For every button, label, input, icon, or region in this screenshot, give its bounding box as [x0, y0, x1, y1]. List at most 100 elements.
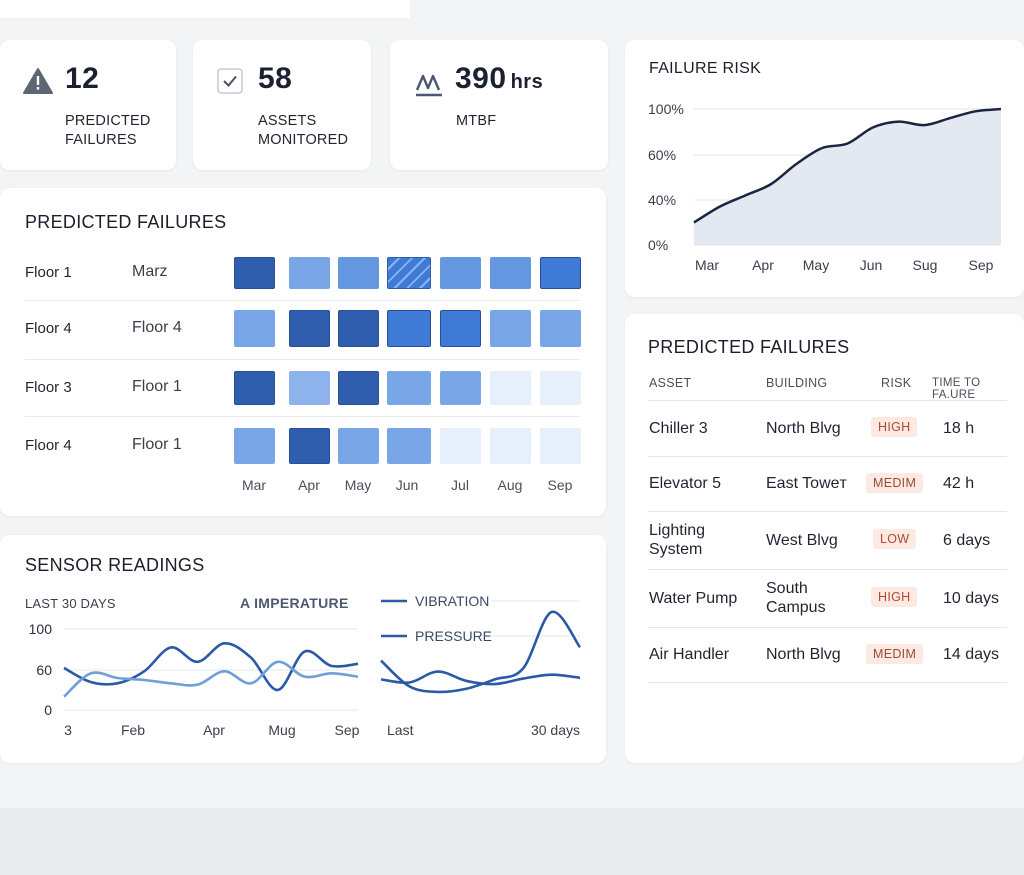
table-header[interactable]: ASSET: [649, 376, 692, 390]
asset-cell: Chiller 3: [649, 419, 708, 437]
heatmap-cell[interactable]: [540, 310, 581, 347]
kpi-value: 58: [258, 62, 293, 95]
heatmap-cell[interactable]: [490, 371, 531, 405]
heatmap-cell[interactable]: [490, 310, 531, 347]
heatmap-cell[interactable]: [440, 371, 481, 405]
heatmap-cell[interactable]: [490, 257, 531, 289]
bottom-strip: [0, 808, 1024, 875]
y-tick-label: 100%: [648, 101, 684, 117]
heatmap-month-label: Jun: [395, 477, 419, 493]
x-tick-label: Mug: [268, 722, 295, 738]
heatmap-cell[interactable]: [234, 428, 275, 464]
table-header[interactable]: RISK: [881, 376, 911, 390]
risk-badge: LOW: [873, 529, 917, 549]
table-divider: [648, 400, 1007, 401]
kpi-label: ASSETS MONITORED: [258, 113, 349, 148]
x-tick-label: Sug: [913, 257, 938, 273]
heatmap-cell[interactable]: [440, 310, 481, 347]
heatmap-month-label: Apr: [298, 477, 320, 493]
heatmap-cell[interactable]: [540, 428, 581, 464]
heatmap-cell[interactable]: [540, 371, 581, 405]
heatmap-cell[interactable]: [289, 428, 330, 464]
heatmap-month-label: Sep: [547, 477, 573, 493]
failure-risk-card: FAILURE RISK 0% 40% 60% 100% Mar Apr May Jun Sug…: [625, 40, 1024, 297]
y-tick-label: 60%: [648, 147, 676, 163]
heatmap-cell[interactable]: [234, 310, 275, 347]
heatmap-cell[interactable]: [338, 257, 379, 289]
x-tick-label: Feb: [121, 722, 145, 738]
kpi-value: 12: [65, 62, 100, 95]
kpi-card-mtbf: 390 hrs MTBF: [390, 40, 608, 170]
x-tick-label: Last: [387, 722, 414, 738]
heatmap-cell[interactable]: [387, 428, 431, 464]
row-divider: [25, 359, 580, 360]
table-divider: [648, 511, 1007, 512]
y-tick-label: 100: [29, 621, 53, 637]
y-tick-label: 0: [44, 702, 52, 718]
heatmap-cell[interactable]: [490, 428, 531, 464]
x-tick-label: May: [803, 257, 829, 273]
temperature-line-secondary: [63, 660, 359, 698]
vibration-line: [380, 610, 582, 694]
x-tick-label: Mar: [695, 257, 719, 273]
heatmap-cell[interactable]: [440, 428, 481, 464]
x-tick-label: Jun: [860, 257, 883, 273]
pressure-line: [380, 670, 581, 686]
asset-cell: Elevator 5: [649, 475, 722, 492]
heatmap-cell[interactable]: [289, 310, 330, 347]
row-divider: [25, 416, 580, 417]
risk-badge: MEDIM: [866, 472, 924, 493]
heatmap-month-label: Mar: [241, 477, 267, 493]
x-tick-label: Apr: [203, 722, 225, 738]
heatmap-cell[interactable]: [338, 371, 379, 405]
x-tick-label: 3: [64, 722, 72, 738]
heatmap-row-sublabel: Marz: [132, 263, 168, 280]
table-header[interactable]: TIME TO FA.URE: [932, 377, 1024, 401]
heatmap-cell[interactable]: [540, 257, 581, 289]
row-divider: [25, 300, 580, 301]
heatmap-cell[interactable]: [234, 371, 275, 405]
temperature-line-primary: [63, 642, 359, 692]
risk-area: [694, 109, 1001, 245]
kpi-value: 390 hrs: [455, 62, 544, 95]
building-cell: East Toweт: [766, 475, 847, 492]
warning-triangle-icon: [23, 68, 53, 94]
heatmap-cell[interactable]: [338, 310, 379, 347]
table-divider: [648, 456, 1007, 457]
kpi-card-assets-monitored: 58 ASSETS MONITORED: [193, 40, 371, 170]
risk-badge: MEDIM: [866, 643, 924, 664]
heatmap-cell[interactable]: [289, 371, 330, 405]
risk-badge: HIGH: [871, 417, 918, 437]
asset-cell: Air Handler: [649, 646, 730, 663]
heatmap-cell[interactable]: [387, 257, 431, 289]
heatmap-month-label: May: [344, 477, 372, 493]
sensor-readings-card: SENSOR READINGS LAST 30 DAYS A IMPERATUR…: [0, 535, 606, 763]
heatmap-month-label: Aug: [497, 477, 523, 493]
heatmap-cell[interactable]: [289, 257, 330, 289]
pressure-legend-label: PRESSURE: [415, 628, 492, 644]
asset-cell: Water Pump: [649, 589, 738, 607]
heatmap-title: PREDICTED FAILURES: [25, 212, 227, 232]
x-tick-label: Sep: [335, 722, 360, 738]
heatmap-cell[interactable]: [387, 310, 431, 347]
time-to-failure-cell: 42 h: [943, 475, 975, 492]
table-title: PREDICTED FAILURES: [648, 337, 850, 357]
heatmap-cell[interactable]: [387, 371, 431, 405]
heatmap-row-label: Floor 1: [25, 264, 72, 281]
heatmap-cell[interactable]: [338, 428, 379, 464]
heatmap-cell[interactable]: [234, 257, 275, 289]
kpi-unit: hrs: [510, 71, 544, 93]
asset-cell: Lighting System: [649, 522, 706, 558]
heatmap-month-label: Jul: [451, 477, 469, 493]
heatmap-row-label: Floor 3: [25, 379, 72, 396]
time-to-failure-cell: 6 days: [943, 531, 991, 549]
time-to-failure-cell: 10 days: [943, 589, 1000, 607]
table-header[interactable]: BUILDING: [766, 376, 827, 390]
building-cell: North Blvg: [766, 646, 841, 663]
vibration-legend-label: VIBRATION: [415, 593, 489, 609]
time-to-failure-cell: 14 days: [943, 646, 1000, 663]
heatmap-cell[interactable]: [440, 257, 481, 289]
y-tick-label: 60: [36, 662, 52, 678]
top-strip: [0, 0, 410, 18]
x-tick-label: Sep: [969, 257, 994, 273]
